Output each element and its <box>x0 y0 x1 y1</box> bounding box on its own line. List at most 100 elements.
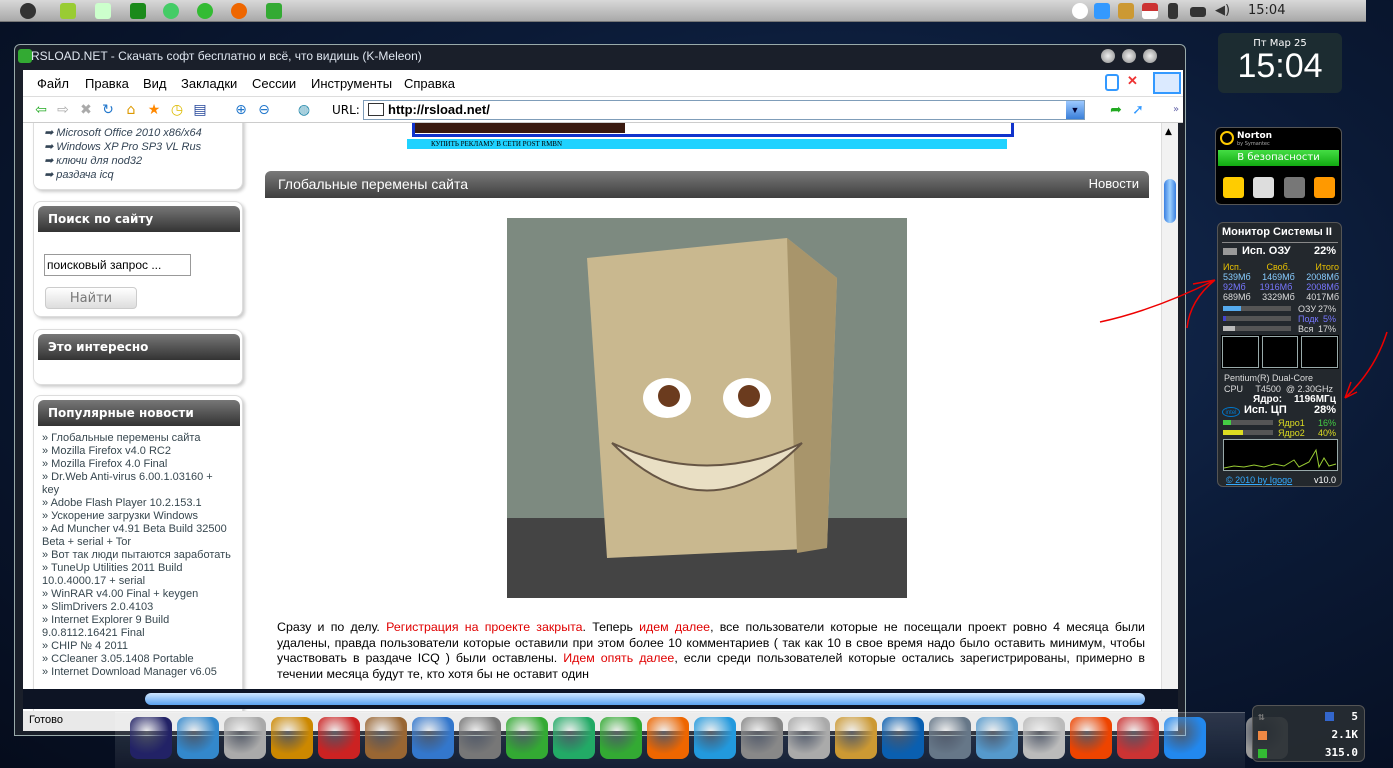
maximize-button[interactable] <box>1122 49 1136 63</box>
kmeleon-icon[interactable] <box>266 3 282 19</box>
media-icon[interactable] <box>647 717 689 759</box>
reload-icon[interactable]: ↻ <box>100 102 116 118</box>
popular-news-item[interactable]: » Internet Download Manager v6.05 <box>42 666 232 679</box>
back-icon[interactable]: ⇦ <box>33 102 49 118</box>
settings-icon[interactable] <box>459 717 501 759</box>
preview-icon[interactable] <box>929 717 971 759</box>
burn-icon[interactable] <box>271 717 313 759</box>
horizontal-scrollbar[interactable] <box>145 693 1145 705</box>
popular-news-item[interactable]: » Internet Explorer 9 Build 9.0.8112.164… <box>42 614 232 640</box>
url-dropdown-button[interactable]: ▼ <box>1066 101 1084 119</box>
crossover-icon[interactable] <box>318 717 360 759</box>
go-icon[interactable]: ➦ <box>1108 102 1124 118</box>
layout-button[interactable] <box>1153 72 1181 94</box>
popular-news-item[interactable]: » CCleaner 3.05.1408 Portable <box>42 653 232 666</box>
rocket-icon[interactable] <box>1164 717 1206 759</box>
article-category[interactable]: Новости <box>1089 176 1139 191</box>
browser-icon[interactable] <box>1070 717 1112 759</box>
new-window-icon[interactable] <box>1105 74 1119 91</box>
dvd-icon[interactable] <box>177 717 219 759</box>
safari-icon[interactable] <box>694 717 736 759</box>
scroll-up-icon[interactable]: ▲ <box>1165 127 1172 137</box>
finder-icon[interactable] <box>412 717 454 759</box>
forward-icon[interactable]: ⇨ <box>55 102 71 118</box>
registration-link[interactable]: Регистрация на проекте закрыта <box>386 620 582 634</box>
firefox-icon[interactable] <box>231 3 247 19</box>
globe-icon[interactable]: ◍ <box>296 102 312 118</box>
sidebar-link[interactable]: ➡ Microsoft Office 2010 x86/x64 <box>44 126 202 140</box>
us-flag-icon[interactable] <box>1142 3 1158 19</box>
print-icon[interactable]: ▤ <box>192 102 208 118</box>
scissors-icon[interactable] <box>788 717 830 759</box>
stop-icon[interactable]: ✖ <box>78 102 94 118</box>
minimize-button[interactable] <box>1101 49 1115 63</box>
popular-news-item[interactable]: » Ускорение загрузки Windows <box>42 510 232 523</box>
close-tab-icon[interactable]: ✕ <box>1127 73 1138 89</box>
ad-banner[interactable] <box>412 123 1014 137</box>
drawing-icon[interactable] <box>835 717 877 759</box>
utorrent-icon[interactable] <box>130 3 146 19</box>
network-icon[interactable] <box>163 3 179 19</box>
ad-link[interactable]: КУПИТЬ РЕКЛАМУ В СЕТИ POST RMBN <box>407 139 1007 149</box>
popular-news-item[interactable]: » Dr.Web Anti-virus 6.00.1.03160 + key <box>42 471 232 497</box>
cow-icon[interactable] <box>1072 3 1088 19</box>
notepad-icon[interactable] <box>60 3 76 19</box>
bookmarks-star-icon[interactable]: ★ <box>146 102 162 118</box>
sidebar-link[interactable]: ➡ Windows XP Pro SP3 VL Rus <box>44 140 202 154</box>
popular-news-item[interactable]: » Вот так люди пытаются заработать <box>42 549 232 562</box>
menu-bookmarks[interactable]: Закладки <box>181 76 237 91</box>
arrow-icon[interactable] <box>1094 3 1110 19</box>
article-title[interactable]: Глобальные перемены сайта <box>278 176 468 192</box>
history-icon[interactable]: ◷ <box>169 102 185 118</box>
close-button[interactable] <box>1143 49 1157 63</box>
photoshop-icon[interactable] <box>882 717 924 759</box>
menu-help[interactable]: Справка <box>404 76 455 91</box>
popular-news-item[interactable]: » Mozilla Firefox v4.0 RC2 <box>42 445 232 458</box>
utilities-icon[interactable] <box>1117 717 1159 759</box>
overflow-chevron-icon[interactable]: » <box>1168 102 1184 118</box>
norton-status[interactable]: В безопасности <box>1218 150 1339 166</box>
battery-icon[interactable] <box>1168 3 1178 19</box>
volume-icon[interactable]: ◀) <box>1215 3 1231 19</box>
norton-scan-icon[interactable] <box>1223 177 1244 198</box>
zoom-in-icon[interactable]: ⊕ <box>233 102 249 118</box>
installer-icon[interactable] <box>741 717 783 759</box>
sidebar-link[interactable]: ➡ раздача icq <box>44 168 202 182</box>
kmeleon-alt-icon[interactable] <box>600 717 642 759</box>
zoom-out-icon[interactable]: ⊖ <box>256 102 272 118</box>
menu-edit[interactable]: Правка <box>85 76 129 91</box>
kmeleon-icon[interactable] <box>506 717 548 759</box>
network-status-icon[interactable] <box>1190 7 1206 17</box>
cursor-icon[interactable]: ➚ <box>1130 102 1146 118</box>
network-manager-icon[interactable] <box>553 717 595 759</box>
menu-tools[interactable]: Инструменты <box>311 76 392 91</box>
norton-identity-icon[interactable] <box>1253 177 1274 198</box>
menu-view[interactable]: Вид <box>143 76 167 91</box>
search-input[interactable] <box>44 254 191 276</box>
apple-icon[interactable] <box>20 3 36 19</box>
popular-news-item[interactable]: » SlimDrivers 2.0.4103 <box>42 601 232 614</box>
monitor-credit-link[interactable]: © 2010 by Igogo <box>1226 475 1292 485</box>
popular-news-item[interactable]: » Adobe Flash Player 10.2.153.1 <box>42 497 232 510</box>
menu-sessions[interactable]: Сессии <box>252 76 296 91</box>
video-icon[interactable] <box>130 717 172 759</box>
popular-news-item[interactable]: » Ad Muncher v4.91 Beta Build 32500 Beta… <box>42 523 232 549</box>
film-icon[interactable] <box>365 717 407 759</box>
icq-icon[interactable] <box>197 3 213 19</box>
popular-news-item[interactable]: » Mozilla Firefox 4.0 Final <box>42 458 232 471</box>
search-icon[interactable] <box>976 717 1018 759</box>
popular-news-item[interactable]: » CHIP № 4 2011 <box>42 640 232 653</box>
sidebar-link[interactable]: ➡ ключи для nod32 <box>44 154 202 168</box>
scroll-thumb[interactable] <box>1164 179 1176 223</box>
menu-file[interactable]: Файл <box>37 76 69 91</box>
globe-shield-icon[interactable] <box>1118 3 1134 19</box>
home-icon[interactable]: ⌂ <box>123 102 139 118</box>
url-input[interactable]: http://rsload.net/ ▼ <box>363 100 1085 120</box>
search-button[interactable]: Найти <box>45 287 137 309</box>
norton-ok-icon[interactable] <box>1314 177 1335 198</box>
next-link[interactable]: идем далее <box>639 620 710 634</box>
popular-news-item[interactable]: » WinRAR v4.00 Final + keygen <box>42 588 232 601</box>
sticky-icon[interactable] <box>95 3 111 19</box>
popular-news-item[interactable]: » Глобальные перемены сайта <box>42 432 232 445</box>
norton-update-icon[interactable] <box>1284 177 1305 198</box>
